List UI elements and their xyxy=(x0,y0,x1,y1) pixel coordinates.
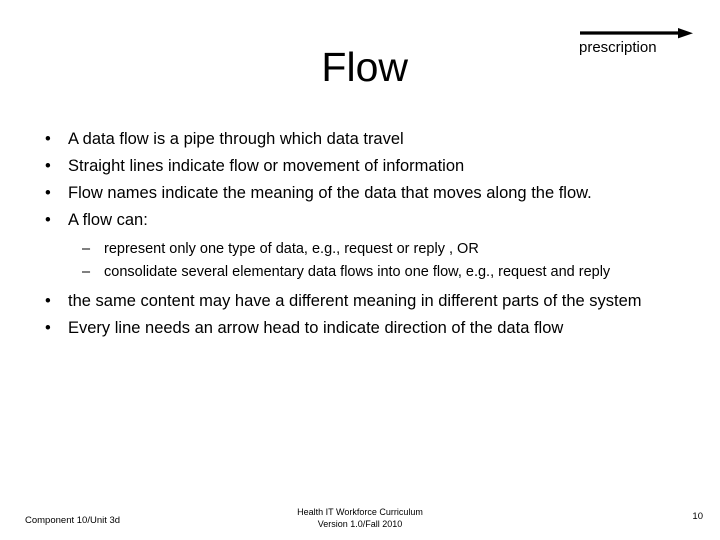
list-item: • Flow names indicate the meaning of the… xyxy=(38,181,686,206)
sub-bullet-marker: – xyxy=(82,241,91,257)
arrow-label: prescription xyxy=(579,39,657,56)
bullet-marker: • xyxy=(45,211,51,229)
bullet-list: • A data flow is a pipe through which da… xyxy=(38,127,686,341)
bullet-marker: • xyxy=(45,292,51,310)
list-item-text: the same content may have a different me… xyxy=(68,292,642,310)
sub-list-item-text: consolidate several elementary data flow… xyxy=(104,264,611,280)
footer-curriculum-line1: Health IT Workforce Curriculum xyxy=(297,507,423,517)
page-title: Flow xyxy=(321,44,408,90)
sub-list-item: – consolidate several elementary data fl… xyxy=(38,261,686,283)
list-item: • Straight lines indicate flow or moveme… xyxy=(38,154,686,179)
sub-bullet-marker: – xyxy=(82,264,91,280)
list-item: • the same content may have a different … xyxy=(38,289,686,314)
list-item-text: Straight lines indicate flow or movement… xyxy=(68,157,465,175)
list-item: • A data flow is a pipe through which da… xyxy=(38,127,686,152)
footer-curriculum-line2: Version 1.0/Fall 2010 xyxy=(317,519,403,529)
sub-bullet-list: – represent only one type of data, e.g.,… xyxy=(38,238,686,283)
list-item-text: A data flow is a pipe through which data… xyxy=(68,130,404,148)
list-item: • A flow can: xyxy=(38,208,686,233)
list-item-text: Every line needs an arrow head to indica… xyxy=(68,319,564,337)
sub-list-item: – represent only one type of data, e.g.,… xyxy=(38,238,686,260)
bullet-marker: • xyxy=(45,184,51,202)
bullet-marker: • xyxy=(45,157,51,175)
body-content: • A data flow is a pipe through which da… xyxy=(38,127,686,343)
slide-canvas: Flow prescription • A data flow is a pip… xyxy=(0,0,720,540)
bullet-marker: • xyxy=(45,319,51,337)
flow-arrow-diagram: prescription xyxy=(578,25,698,65)
slide-number: 10 xyxy=(692,511,703,522)
list-item-text: A flow can: xyxy=(68,211,148,229)
list-item: • Every line needs an arrow head to indi… xyxy=(38,316,686,341)
sub-list-item-text: represent only one type of data, e.g., r… xyxy=(104,241,479,257)
bullet-marker: • xyxy=(45,130,51,148)
list-item-text: Flow names indicate the meaning of the d… xyxy=(68,184,592,202)
slide-footer: Component 10/Unit 3d Health IT Workforce… xyxy=(0,496,720,540)
footer-curriculum-label: Health IT Workforce Curriculum Version 1… xyxy=(0,506,720,530)
